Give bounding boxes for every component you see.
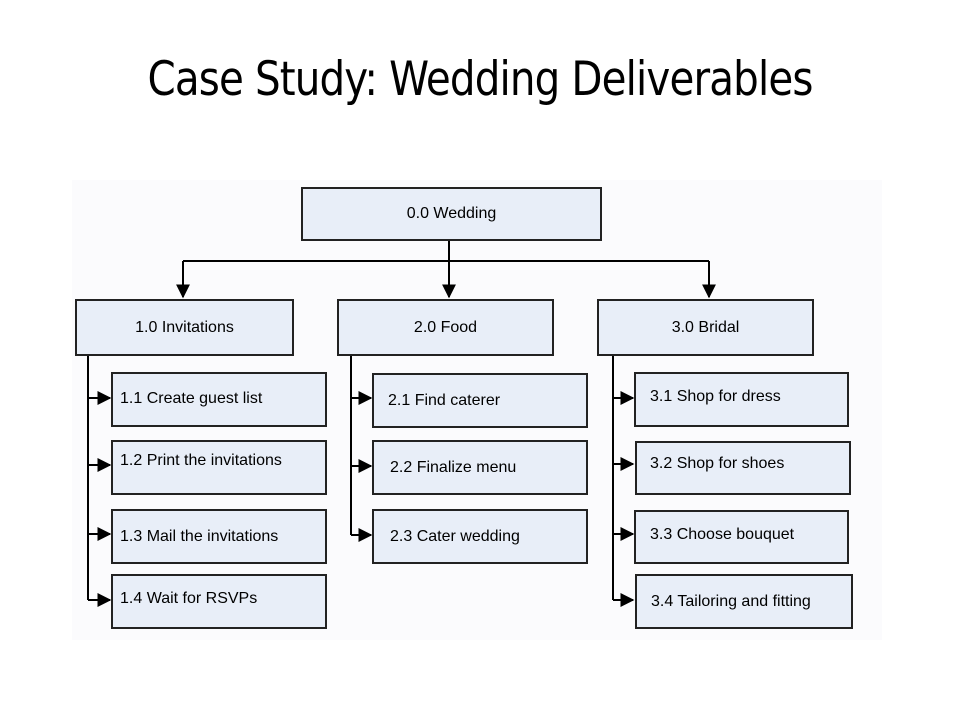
node-label: 2.2 Finalize menu — [390, 458, 517, 476]
node-2-2: 2.2 Finalize menu — [372, 440, 588, 495]
node-label: 3.0 Bridal — [671, 318, 740, 336]
node-bridal: 3.0 Bridal — [597, 299, 814, 356]
node-food: 2.0 Food — [337, 299, 554, 356]
node-label: 3.3 Choose bouquet — [650, 526, 795, 543]
node-root-wedding: 0.0 Wedding — [301, 187, 602, 241]
node-1-4: 1.4 Wait for RSVPs — [111, 574, 327, 629]
slide-title: Case Study: Wedding Deliverables — [147, 52, 813, 107]
node-1-3: 1.3 Mail the invitations — [111, 509, 327, 564]
node-1-2: 1.2 Print the invitations — [111, 440, 327, 495]
node-label: 3.1 Shop for dress — [650, 388, 781, 405]
node-label: 1.2 Print the invitations — [120, 452, 282, 469]
node-label: 3.2 Shop for shoes — [650, 455, 785, 472]
node-2-3: 2.3 Cater wedding — [372, 509, 588, 564]
node-label: 1.3 Mail the invitations — [120, 527, 279, 545]
node-label: 1.1 Create guest list — [120, 390, 263, 407]
node-invitations: 1.0 Invitations — [75, 299, 294, 356]
node-label: 2.1 Find caterer — [388, 391, 501, 409]
node-3-4: 3.4 Tailoring and fitting — [635, 574, 853, 629]
node-label: 1.0 Invitations — [135, 318, 234, 336]
node-3-3: 3.3 Choose bouquet — [634, 510, 849, 564]
node-label: 3.4 Tailoring and fitting — [651, 592, 811, 610]
node-3-2: 3.2 Shop for shoes — [635, 441, 851, 495]
node-2-1: 2.1 Find caterer — [372, 373, 588, 428]
node-label: 2.3 Cater wedding — [390, 527, 520, 545]
node-3-1: 3.1 Shop for dress — [634, 372, 849, 427]
node-label: 0.0 Wedding — [406, 205, 497, 222]
node-label: 2.0 Food — [413, 318, 478, 336]
node-1-1: 1.1 Create guest list — [111, 372, 327, 427]
node-label: 1.4 Wait for RSVPs — [120, 590, 258, 607]
